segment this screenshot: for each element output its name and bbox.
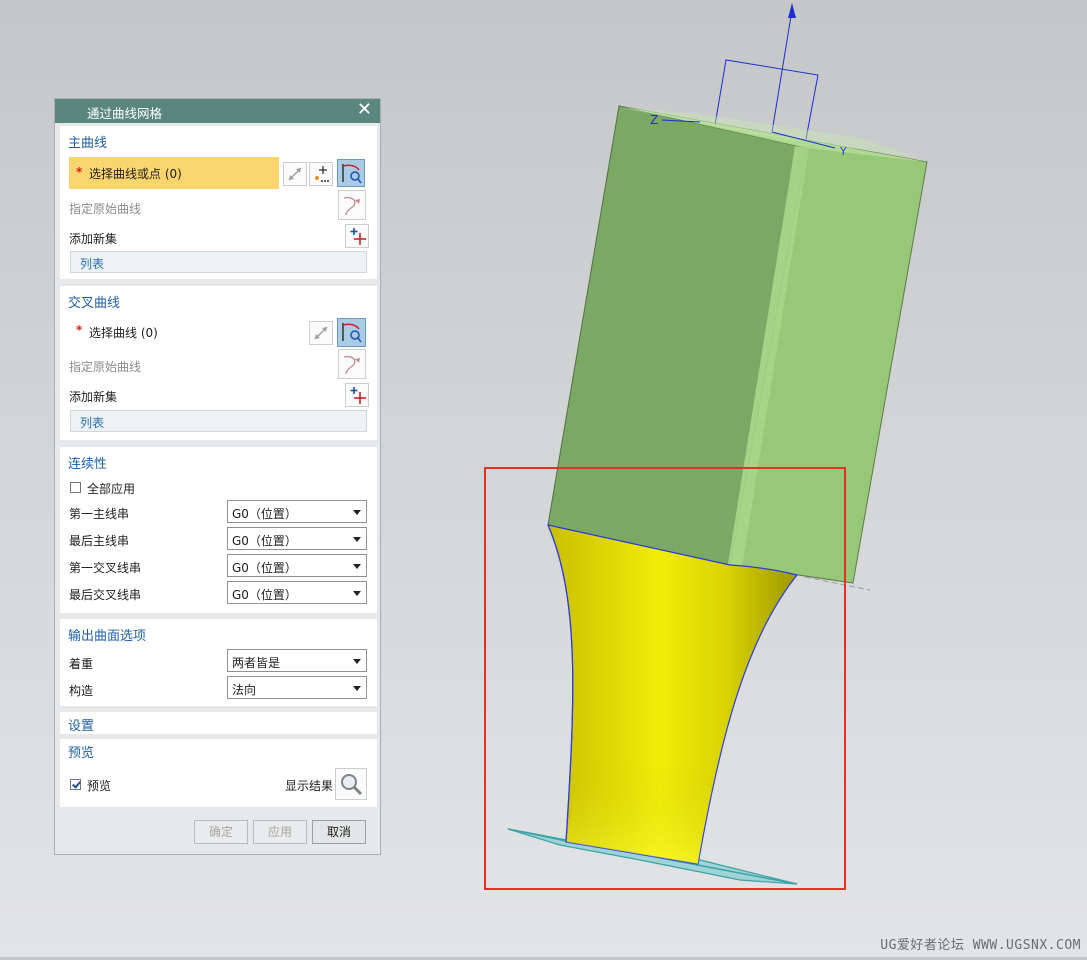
primary-curves-section: 主曲线 * 选择曲线或点 (0) 指定原始曲线 添加新集 列表 — [60, 126, 377, 279]
origin-curve-icon — [343, 197, 360, 216]
emphasis-label: 着重 — [69, 657, 94, 671]
reverse-direction-icon — [288, 167, 302, 181]
continuity-label: 最后交叉线串 — [69, 588, 142, 602]
cross-list-expander[interactable]: 列表 — [70, 410, 367, 432]
preview-title[interactable]: 预览 — [68, 742, 94, 761]
add-set-icon — [350, 228, 366, 245]
specify-origin-curve-button[interactable] — [338, 349, 366, 379]
required-mark: * — [76, 165, 83, 179]
output-options-section: 输出曲面选项 着重 两者皆是 构造 法向 — [60, 619, 377, 706]
dialog-title: 通过曲线网格 — [87, 106, 163, 121]
dropdown-value: 法向 — [232, 683, 257, 697]
curve-select-button[interactable] — [337, 318, 366, 347]
construction-dropdown[interactable]: 法向 — [227, 676, 367, 699]
add-new-set-label: 添加新集 — [69, 390, 118, 404]
cross-curves-title[interactable]: 交叉曲线 — [68, 292, 120, 311]
chevron-down-icon — [353, 564, 361, 569]
continuity-label: 第一主线串 — [69, 507, 130, 521]
magnifier-icon — [341, 774, 363, 796]
dropdown-value: G0（位置） — [232, 507, 297, 521]
dropdown-value: G0（位置） — [232, 534, 297, 548]
select-curve-or-point-label: 选择曲线或点 (0) — [89, 167, 182, 181]
origin-curve-icon — [343, 356, 360, 375]
preview-checkbox[interactable] — [70, 779, 81, 790]
y-axis-label: Y — [839, 145, 847, 158]
dropdown-value: G0（位置） — [232, 561, 297, 575]
chevron-down-icon — [353, 686, 361, 691]
point-icon — [315, 166, 329, 182]
settings-section[interactable]: 设置 — [60, 712, 377, 734]
dropdown-value: G0（位置） — [232, 588, 297, 602]
z-axis-label: Z — [650, 113, 658, 127]
specify-origin-curve-label: 指定原始曲线 — [69, 202, 142, 216]
preview-section: 预览 预览 显示结果 — [60, 739, 377, 807]
add-new-set-button[interactable] — [345, 224, 369, 248]
continuity-label: 第一交叉线串 — [69, 561, 142, 575]
show-result-button[interactable] — [335, 768, 367, 800]
settings-title[interactable]: 设置 — [68, 715, 94, 734]
cross-list-label: 列表 — [80, 416, 105, 430]
show-result-label: 显示结果 — [285, 779, 334, 793]
cancel-button[interactable]: 取消 — [312, 820, 366, 844]
continuity-title[interactable]: 连续性 — [68, 453, 107, 472]
last-cross-dropdown[interactable]: G0（位置） — [227, 581, 367, 604]
chevron-down-icon — [353, 659, 361, 664]
continuity-label: 最后主线串 — [69, 534, 130, 548]
last-primary-dropdown[interactable]: G0（位置） — [227, 527, 367, 550]
add-new-set-button[interactable] — [345, 383, 369, 407]
curve-select-icon — [342, 323, 362, 343]
output-options-title[interactable]: 输出曲面选项 — [68, 625, 146, 644]
first-primary-dropdown[interactable]: G0（位置） — [227, 500, 367, 523]
close-icon[interactable]: ✕ — [357, 100, 372, 120]
specify-origin-curve-label: 指定原始曲线 — [69, 360, 142, 374]
solid-box[interactable] — [547, 105, 928, 584]
reverse-direction-button[interactable] — [309, 321, 333, 345]
curve-select-button[interactable] — [337, 159, 365, 187]
first-cross-dropdown[interactable]: G0（位置） — [227, 554, 367, 577]
chevron-down-icon — [353, 510, 361, 515]
apply-all-label: 全部应用 — [87, 482, 136, 496]
mesh-curve-dialog: 通过曲线网格 ✕ 主曲线 * 选择曲线或点 (0) 指定原始曲线 添加新集 列表 — [54, 98, 381, 855]
mesh-surface[interactable] — [546, 524, 799, 865]
dialog-titlebar[interactable]: 通过曲线网格 ✕ — [55, 99, 380, 123]
specify-origin-curve-button[interactable] — [338, 190, 366, 220]
required-mark: * — [76, 323, 83, 337]
curve-select-icon — [342, 164, 362, 184]
add-set-icon — [350, 387, 366, 404]
ok-button[interactable]: 确定 — [194, 820, 248, 844]
reverse-direction-button[interactable] — [283, 162, 307, 186]
preview-checkbox-label: 预览 — [87, 779, 112, 793]
continuity-section: 连续性 全部应用 第一主线串 G0（位置） 最后主线串 G0（位置） 第一交叉线… — [60, 447, 377, 613]
select-curve[interactable]: * 选择曲线 (0) — [69, 319, 279, 345]
primary-curves-title[interactable]: 主曲线 — [68, 132, 107, 151]
apply-all-checkbox[interactable] — [70, 482, 81, 493]
primary-list-expander[interactable]: 列表 — [70, 251, 367, 273]
watermark: UG爱好者论坛 WWW.UGSNX.COM — [880, 938, 1081, 953]
dropdown-value: 两者皆是 — [232, 656, 281, 670]
construction-label: 构造 — [69, 684, 94, 698]
chevron-down-icon — [353, 537, 361, 542]
chevron-down-icon — [353, 591, 361, 596]
cross-curves-section: 交叉曲线 * 选择曲线 (0) 指定原始曲线 添加新集 列表 — [60, 286, 377, 440]
point-dialog-button[interactable] — [309, 162, 333, 186]
reverse-direction-icon — [314, 326, 328, 340]
select-curve-label: 选择曲线 (0) — [89, 326, 158, 340]
add-new-set-label: 添加新集 — [69, 232, 118, 246]
select-curve-or-point[interactable]: * 选择曲线或点 (0) — [69, 157, 279, 189]
primary-list-label: 列表 — [80, 257, 105, 271]
emphasis-dropdown[interactable]: 两者皆是 — [227, 649, 367, 672]
apply-button[interactable]: 应用 — [253, 820, 307, 844]
